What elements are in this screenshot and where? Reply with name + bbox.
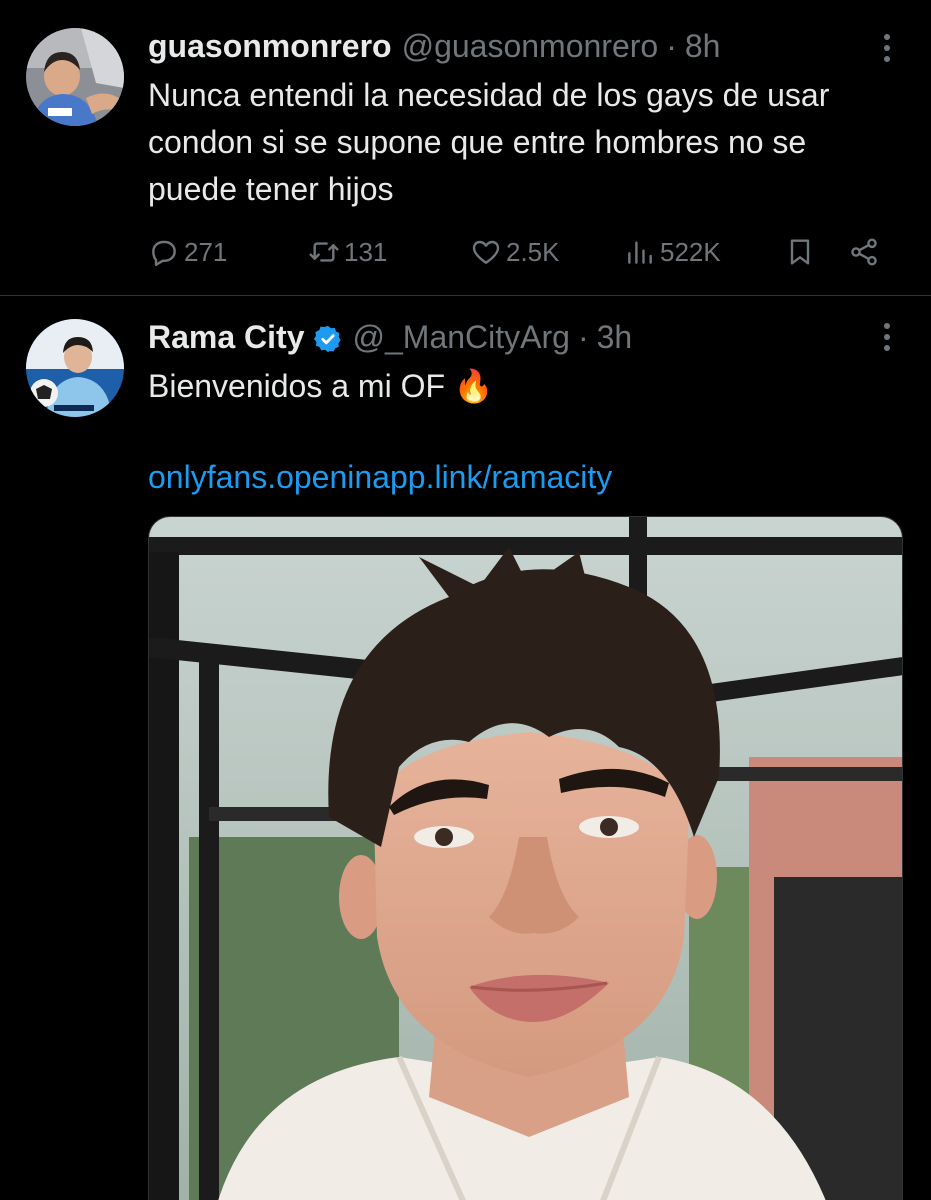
tweet-header: Rama City @_ManCityArg · 3h xyxy=(148,317,632,357)
separator: · xyxy=(666,28,677,64)
tweet-text: Nunca entendi la necesidad de los gays d… xyxy=(148,77,830,207)
tweet[interactable]: guasonmonrero @guasonmonrero · 8h Nunca … xyxy=(0,0,931,296)
username[interactable]: @guasonmonrero xyxy=(402,26,659,66)
more-icon[interactable] xyxy=(873,30,901,66)
share-button[interactable] xyxy=(848,230,884,274)
reply-count: 271 xyxy=(184,236,228,267)
like-button[interactable]: 2.5K xyxy=(470,230,560,274)
reply-button[interactable]: 271 xyxy=(148,230,227,274)
timestamp[interactable]: 8h xyxy=(685,26,721,66)
retweet-icon xyxy=(309,242,339,262)
tweet[interactable]: Rama City @_ManCityArg · 3h Bienvenidos … xyxy=(0,297,931,1200)
views-count: 522K xyxy=(660,236,721,267)
avatar[interactable] xyxy=(26,28,124,126)
timestamp[interactable]: 3h xyxy=(597,317,633,357)
verified-badge-icon xyxy=(313,323,343,353)
retweet-count: 131 xyxy=(344,236,388,267)
avatar[interactable] xyxy=(26,319,124,417)
reply-icon xyxy=(152,240,176,266)
tweet-text: Bienvenidos a mi OF 🔥 xyxy=(148,368,494,404)
more-icon[interactable] xyxy=(873,319,901,355)
like-icon xyxy=(472,240,500,264)
retweet-button[interactable]: 131 xyxy=(308,230,387,274)
bookmark-button[interactable] xyxy=(784,230,820,274)
views-icon xyxy=(628,241,652,264)
tweet-actions: 271 131 2.5K 522K xyxy=(148,230,893,274)
tweet-header: guasonmonrero @guasonmonrero · 8h xyxy=(148,26,720,66)
tweet-photo[interactable] xyxy=(148,516,903,1200)
display-name[interactable]: guasonmonrero xyxy=(148,26,392,66)
separator: · xyxy=(577,319,589,355)
like-count: 2.5K xyxy=(506,236,560,267)
tweet-link[interactable]: onlyfans.openinapp.link/ramacity xyxy=(148,457,612,497)
share-icon xyxy=(851,238,877,266)
views-button[interactable]: 522K xyxy=(624,230,721,274)
bookmark-icon xyxy=(790,239,810,265)
username[interactable]: @_ManCityArg xyxy=(353,317,570,357)
display-name[interactable]: Rama City xyxy=(148,317,305,357)
